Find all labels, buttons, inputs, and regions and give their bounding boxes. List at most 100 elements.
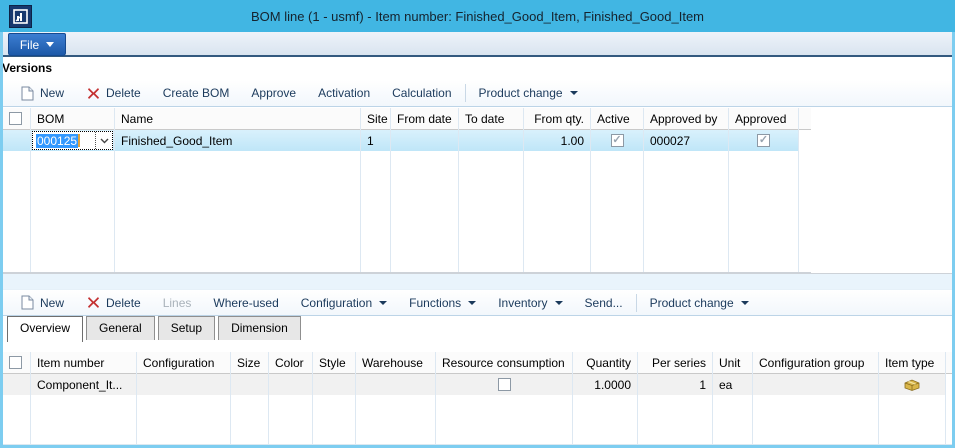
file-menu-button[interactable]: File — [8, 33, 66, 56]
activation-button[interactable]: Activation — [307, 83, 381, 103]
column-header-blank — [799, 108, 811, 130]
chevron-down-icon — [468, 301, 476, 305]
select-all-checkbox[interactable] — [9, 356, 22, 369]
chevron-down-icon — [555, 301, 563, 305]
product-change-label: Product change — [479, 86, 563, 100]
chevron-down-icon — [46, 42, 54, 47]
column-header-approved[interactable]: Approved — [729, 108, 798, 130]
select-all-checkbox-header[interactable] — [3, 352, 30, 374]
size-cell[interactable] — [231, 374, 268, 395]
delete-button[interactable]: Delete — [75, 292, 152, 313]
tab-setup[interactable]: Setup — [158, 316, 215, 340]
lines-toolbar: New Delete Lines Where-used Configuratio… — [3, 289, 952, 316]
menu-bar: File — [0, 32, 955, 57]
approve-label: Approve — [251, 86, 296, 100]
column-header-quantity[interactable]: Quantity — [573, 352, 637, 374]
dynamics-ax-app-icon — [9, 5, 32, 28]
select-all-checkbox[interactable] — [9, 112, 22, 125]
resource-consumption-cell — [436, 374, 572, 395]
row-selector-cell[interactable] — [3, 374, 30, 395]
tab-general[interactable]: General — [86, 316, 155, 340]
from-qty-cell[interactable]: 1.00 — [524, 130, 590, 151]
product-change-menu-button[interactable]: Product change — [639, 293, 760, 313]
approved-checkbox[interactable] — [757, 134, 770, 147]
bom-dropdown-button[interactable] — [95, 132, 112, 149]
column-header-active[interactable]: Active — [591, 108, 643, 130]
column-header-warehouse[interactable]: Warehouse — [356, 352, 435, 374]
new-button[interactable]: New — [9, 83, 75, 104]
warehouse-cell[interactable] — [356, 374, 435, 395]
column-header-configuration-group[interactable]: Configuration group — [753, 352, 878, 374]
select-all-checkbox-header[interactable] — [3, 108, 30, 130]
resource-consumption-checkbox[interactable] — [498, 378, 511, 391]
column-header-name[interactable]: Name — [115, 108, 360, 130]
to-date-cell[interactable] — [459, 130, 523, 151]
column-header-bom[interactable]: BOM — [31, 108, 114, 130]
column-header-per-series[interactable]: Per series — [638, 352, 712, 374]
toolbar-separator — [465, 84, 466, 102]
unit-cell[interactable]: ea — [713, 374, 752, 395]
toolbar-separator — [636, 294, 637, 312]
column-header-size[interactable]: Size — [231, 352, 268, 374]
tab-overview[interactable]: Overview — [7, 316, 83, 342]
name-cell[interactable]: Finished_Good_Item — [115, 130, 360, 151]
send-label: Send... — [585, 296, 623, 310]
versions-section-label: Versions — [2, 61, 52, 75]
site-cell[interactable]: 1 — [361, 130, 390, 151]
approved-by-cell[interactable]: 000027 — [644, 130, 728, 151]
active-checkbox[interactable] — [611, 134, 624, 147]
where-used-label: Where-used — [213, 296, 278, 310]
delete-button[interactable]: Delete — [75, 83, 152, 104]
item-type-cell — [879, 374, 945, 395]
column-header-resource-consumption[interactable]: Resource consumption — [436, 352, 572, 374]
section-splitter[interactable] — [3, 273, 952, 289]
row-selector-cell[interactable] — [3, 130, 30, 151]
column-header-configuration[interactable]: Configuration — [137, 352, 230, 374]
column-header-site[interactable]: Site — [361, 108, 390, 130]
column-header-item-type[interactable]: Item type — [879, 352, 945, 374]
product-change-label: Product change — [650, 296, 734, 310]
product-change-menu-button[interactable]: Product change — [468, 83, 589, 103]
configuration-cell[interactable] — [137, 374, 230, 395]
versions-grid: BOM 000125 Name Finished_Good_Item Site … — [3, 108, 811, 273]
active-cell — [591, 130, 643, 151]
chevron-down-icon — [741, 301, 749, 305]
from-date-cell[interactable] — [391, 130, 458, 151]
approved-cell — [729, 130, 798, 151]
column-header-approved-by[interactable]: Approved by — [644, 108, 728, 130]
column-header-color[interactable]: Color — [269, 352, 312, 374]
bom-value: 000125 — [36, 134, 78, 148]
color-cell[interactable] — [269, 374, 312, 395]
calculation-button[interactable]: Calculation — [381, 83, 462, 103]
lines-button: Lines — [152, 293, 203, 313]
new-document-icon — [20, 295, 35, 310]
style-cell[interactable] — [313, 374, 355, 395]
create-bom-button[interactable]: Create BOM — [152, 83, 241, 103]
functions-menu-button[interactable]: Functions — [398, 293, 487, 313]
bom-line-window: BOM line (1 - usmf) - Item number: Finis… — [0, 0, 955, 448]
approve-button[interactable]: Approve — [240, 83, 307, 103]
inventory-label: Inventory — [498, 296, 547, 310]
configuration-group-cell[interactable] — [753, 374, 878, 395]
column-header-style[interactable]: Style — [313, 352, 355, 374]
column-header-item-number[interactable]: Item number — [31, 352, 136, 374]
quantity-cell[interactable]: 1.0000 — [573, 374, 637, 395]
new-button-label: New — [40, 296, 64, 310]
column-header-from-date[interactable]: From date — [391, 108, 458, 130]
lines-label: Lines — [163, 296, 192, 310]
per-series-cell[interactable]: 1 — [638, 374, 712, 395]
where-used-button[interactable]: Where-used — [202, 293, 289, 313]
tab-dimension[interactable]: Dimension — [218, 316, 301, 340]
configuration-label: Configuration — [301, 296, 372, 310]
send-button[interactable]: Send... — [574, 293, 634, 313]
item-number-cell[interactable]: Component_It... — [31, 374, 136, 395]
bom-combobox[interactable]: 000125 — [32, 131, 113, 150]
file-menu-label: File — [20, 38, 39, 52]
column-header-unit[interactable]: Unit — [713, 352, 752, 374]
column-header-to-date[interactable]: To date — [459, 108, 523, 130]
inventory-menu-button[interactable]: Inventory — [487, 293, 573, 313]
column-header-from-qty[interactable]: From qty. — [524, 108, 590, 130]
new-button[interactable]: New — [9, 292, 75, 313]
lines-tabstrip: Overview General Setup Dimension — [3, 316, 952, 343]
configuration-menu-button[interactable]: Configuration — [290, 293, 398, 313]
